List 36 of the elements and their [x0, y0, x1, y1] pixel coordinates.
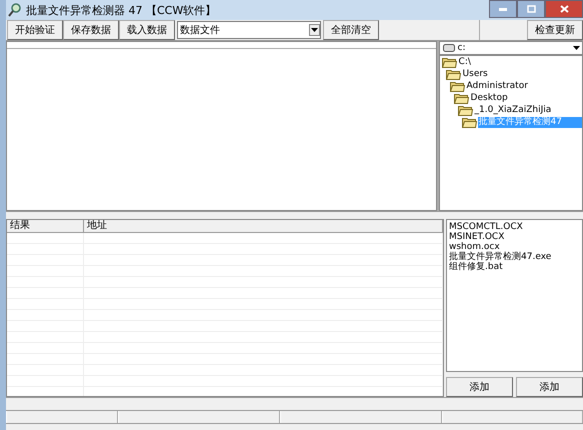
clear-all-button[interactable]: 全部清空 [323, 20, 379, 40]
folder-item[interactable]: Administrator [466, 80, 529, 92]
folder-icon [446, 68, 461, 80]
folder-item[interactable]: C:\ [458, 56, 472, 68]
folder-item[interactable]: _1.0_XiaZaiZhiJia [474, 104, 552, 116]
file-item[interactable]: 批量文件异常检测47.exe [449, 252, 580, 262]
file-type-dropdown[interactable]: 数据文件 [177, 21, 321, 39]
maximize-button[interactable] [517, 0, 545, 18]
folder-icon [450, 80, 465, 92]
folder-icon [442, 56, 457, 68]
folder-icon [462, 116, 477, 128]
folder-icon [454, 92, 469, 104]
close-button[interactable] [545, 0, 583, 18]
file-item[interactable]: MSINET.OCX [449, 232, 580, 242]
column-header[interactable]: 地址 [84, 220, 443, 232]
toolbar-button[interactable]: 载入数据 [119, 20, 175, 40]
close-icon [560, 5, 568, 13]
folder-item[interactable]: Desktop [470, 92, 509, 104]
minimize-icon [499, 8, 507, 10]
maximize-icon [526, 5, 536, 13]
drive-dropdown[interactable]: c: [438, 41, 583, 55]
folder-icon [458, 104, 473, 116]
file-item[interactable]: MSCOMCTL.OCX [449, 222, 580, 232]
column-header[interactable]: 结果 [7, 220, 84, 232]
file-item[interactable]: 组件修复.bat [449, 262, 580, 272]
minimize-button[interactable] [489, 0, 517, 18]
check-update-button[interactable]: 检查更新 [527, 20, 583, 40]
drive-icon [442, 44, 455, 52]
magnifier-icon [8, 3, 22, 17]
folder-item[interactable]: Users [462, 68, 489, 80]
file-item[interactable]: wshom.ocx [449, 242, 580, 252]
add-button[interactable]: 添加 [516, 377, 583, 397]
toolbar-button[interactable]: 保存数据 [63, 20, 119, 40]
window-title: 批量文件异常检测器 47 【CCW软件】 [26, 2, 216, 18]
add-button[interactable]: 添加 [446, 377, 513, 397]
toolbar-button[interactable]: 开始验证 [7, 20, 63, 40]
